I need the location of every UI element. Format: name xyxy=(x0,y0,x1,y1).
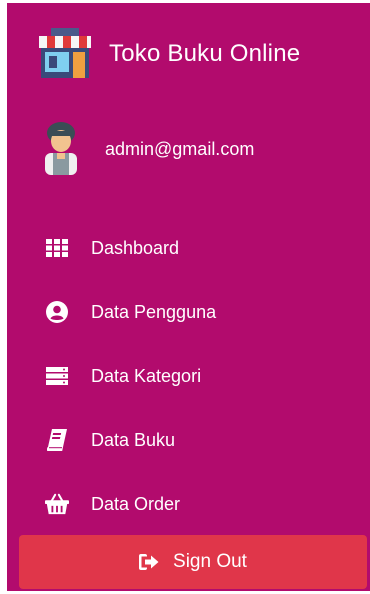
sidebar: Toko Buku Online admin@gmail.com Dashboa… xyxy=(7,3,370,591)
nav-label: Data Pengguna xyxy=(91,301,217,322)
avatar xyxy=(45,122,77,175)
user-email: admin@gmail.com xyxy=(105,138,255,159)
nav-item-data-kategori[interactable]: Data Kategori xyxy=(45,359,201,393)
store-icon xyxy=(39,28,91,78)
brand-title: Toko Buku Online xyxy=(109,40,301,67)
nav-item-data-pengguna[interactable]: Data Pengguna xyxy=(45,295,216,329)
sign-out-label: Sign Out xyxy=(173,551,247,572)
nav-label: Data Order xyxy=(91,493,181,514)
server-icon xyxy=(45,364,69,388)
user-circle-icon xyxy=(45,300,69,324)
nav-item-dashboard[interactable]: Dashboard xyxy=(45,231,179,265)
nav-label: Data Buku xyxy=(91,429,176,450)
nav-item-data-buku[interactable]: Data Buku xyxy=(45,423,175,457)
grid-icon xyxy=(45,236,69,260)
nav-label: Data Kategori xyxy=(91,365,202,386)
nav-item-data-order[interactable]: Data Order xyxy=(45,487,180,521)
book-icon xyxy=(45,428,69,452)
basket-icon xyxy=(45,492,69,516)
sign-out-button[interactable]: Sign Out xyxy=(19,535,367,589)
brand[interactable]: Toko Buku Online xyxy=(37,25,357,83)
sign-out-icon xyxy=(139,553,159,571)
user-panel: admin@gmail.com xyxy=(43,119,363,179)
nav-label: Dashboard xyxy=(91,237,180,258)
